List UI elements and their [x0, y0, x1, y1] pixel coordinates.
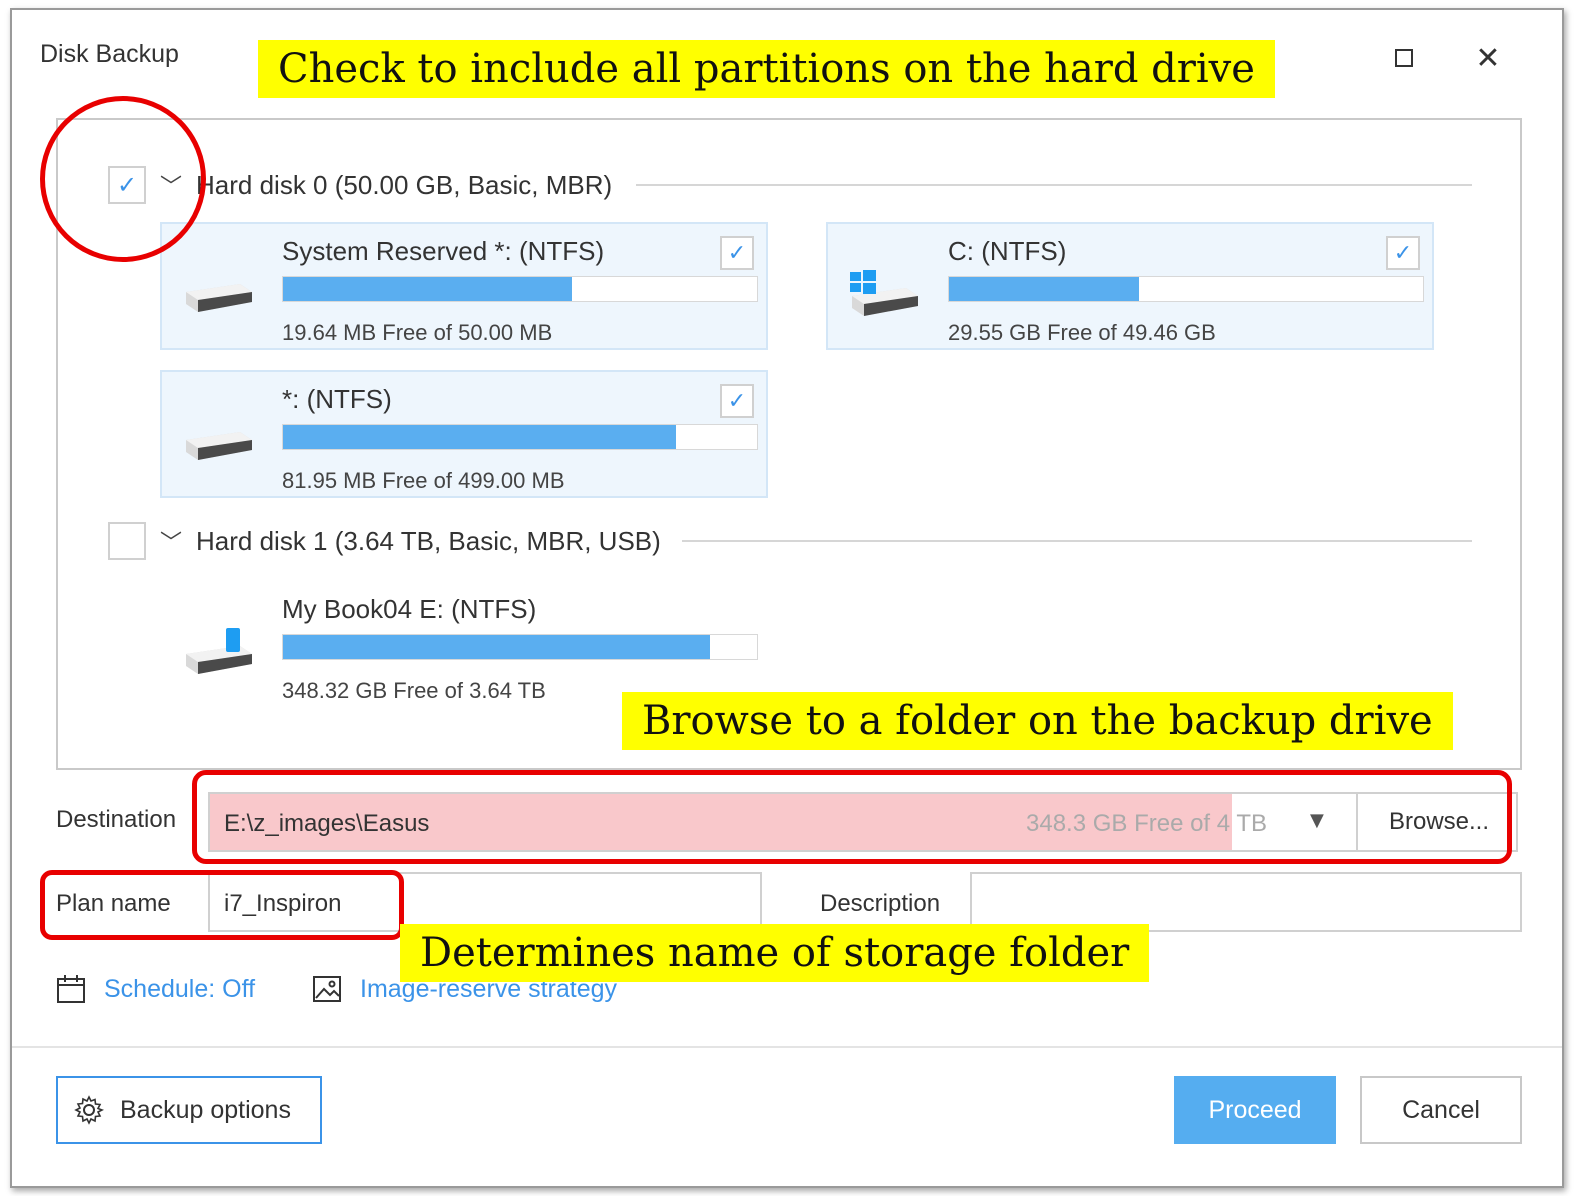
usage-bar: [948, 276, 1424, 302]
backup-options-button[interactable]: Backup options: [56, 1076, 322, 1144]
partition-my-book[interactable]: My Book04 E: (NTFS) 348.32 GB Free of 3.…: [160, 580, 768, 708]
disk-selection-panel: ✓ ﹀ Hard disk 0 (50.00 GB, Basic, MBR) S…: [56, 118, 1522, 770]
disk-0-divider: [636, 184, 1472, 186]
usb-drive-icon: [186, 628, 252, 674]
partition-c[interactable]: C: (NTFS) ✓ 29.55 GB Free of 49.46 GB: [826, 222, 1434, 350]
partition-unnamed[interactable]: *: (NTFS) ✓ 81.95 MB Free of 499.00 MB: [160, 370, 768, 498]
partition-checkbox[interactable]: ✓: [720, 236, 754, 270]
annotation-ring-plan-name: [40, 870, 404, 940]
annotation-ring-disk-checkbox: [40, 96, 206, 262]
usage-bar: [282, 634, 758, 660]
usage-bar-fill: [283, 425, 677, 449]
partition-name: *: (NTFS): [282, 384, 392, 414]
disk-0-label: Hard disk 0 (50.00 GB, Basic, MBR): [196, 169, 613, 200]
destination-label: Destination: [56, 806, 177, 833]
partition-checkbox[interactable]: ✓: [1386, 236, 1420, 270]
window-title: Disk Backup: [40, 40, 179, 68]
schedule-link-text: Schedule: Off: [104, 974, 256, 1003]
partition-name: My Book04 E: (NTFS): [282, 594, 537, 624]
drive-icon: [186, 284, 252, 312]
usage-bar: [282, 424, 758, 450]
partition-free-space: 29.55 GB Free of 49.46 GB: [948, 320, 1216, 345]
image-icon: [313, 976, 341, 1002]
maximize-button[interactable]: [1384, 38, 1424, 78]
description-input[interactable]: [970, 872, 1522, 932]
partition-free-space: 81.95 MB Free of 499.00 MB: [282, 468, 565, 493]
disk-1-divider: [682, 540, 1472, 542]
calendar-icon: [57, 975, 85, 1003]
footer-divider: [12, 1046, 1562, 1048]
close-icon: ✕: [1475, 40, 1501, 76]
disk-backup-window: Disk Backup ✕ ✓ ﹀ Hard disk 0 (50.00 GB,…: [10, 8, 1564, 1188]
windows-drive-icon: [850, 270, 918, 316]
disk-1-checkbox[interactable]: [108, 522, 146, 560]
partition-free-space: 348.32 GB Free of 3.64 TB: [282, 678, 546, 703]
chevron-down-icon[interactable]: ﹀: [160, 525, 182, 557]
gear-icon: [74, 1095, 104, 1125]
disk-header-1: ﹀ Hard disk 1 (3.64 TB, Basic, MBR, USB): [108, 520, 661, 562]
partition-checkbox[interactable]: ✓: [720, 384, 754, 418]
close-button[interactable]: ✕: [1468, 38, 1508, 78]
annotation-browse-folder: Browse to a folder on the backup drive: [622, 692, 1453, 750]
schedule-link[interactable]: Schedule: Off: [56, 974, 255, 1004]
partition-system-reserved[interactable]: System Reserved *: (NTFS) ✓ 19.64 MB Fre…: [160, 222, 768, 350]
usage-bar-fill: [283, 635, 710, 659]
usage-bar: [282, 276, 758, 302]
description-label: Description: [820, 890, 941, 917]
annotation-ring-destination: [192, 770, 1512, 864]
annotation-storage-folder: Determines name of storage folder: [400, 924, 1150, 982]
maximize-icon: [1395, 49, 1413, 67]
backup-options-label: Backup options: [120, 1095, 291, 1124]
drive-icon: [186, 432, 252, 460]
disk-1-label: Hard disk 1 (3.64 TB, Basic, MBR, USB): [196, 525, 661, 556]
partition-name: C: (NTFS): [948, 236, 1067, 266]
partition-name: System Reserved *: (NTFS): [282, 236, 605, 266]
annotation-include-partitions: Check to include all partitions on the h…: [258, 40, 1275, 98]
cancel-button[interactable]: Cancel: [1360, 1076, 1522, 1144]
proceed-button[interactable]: Proceed: [1174, 1076, 1336, 1144]
partition-free-space: 19.64 MB Free of 50.00 MB: [282, 320, 553, 345]
usage-bar-fill: [949, 277, 1139, 301]
usage-bar-fill: [283, 277, 573, 301]
